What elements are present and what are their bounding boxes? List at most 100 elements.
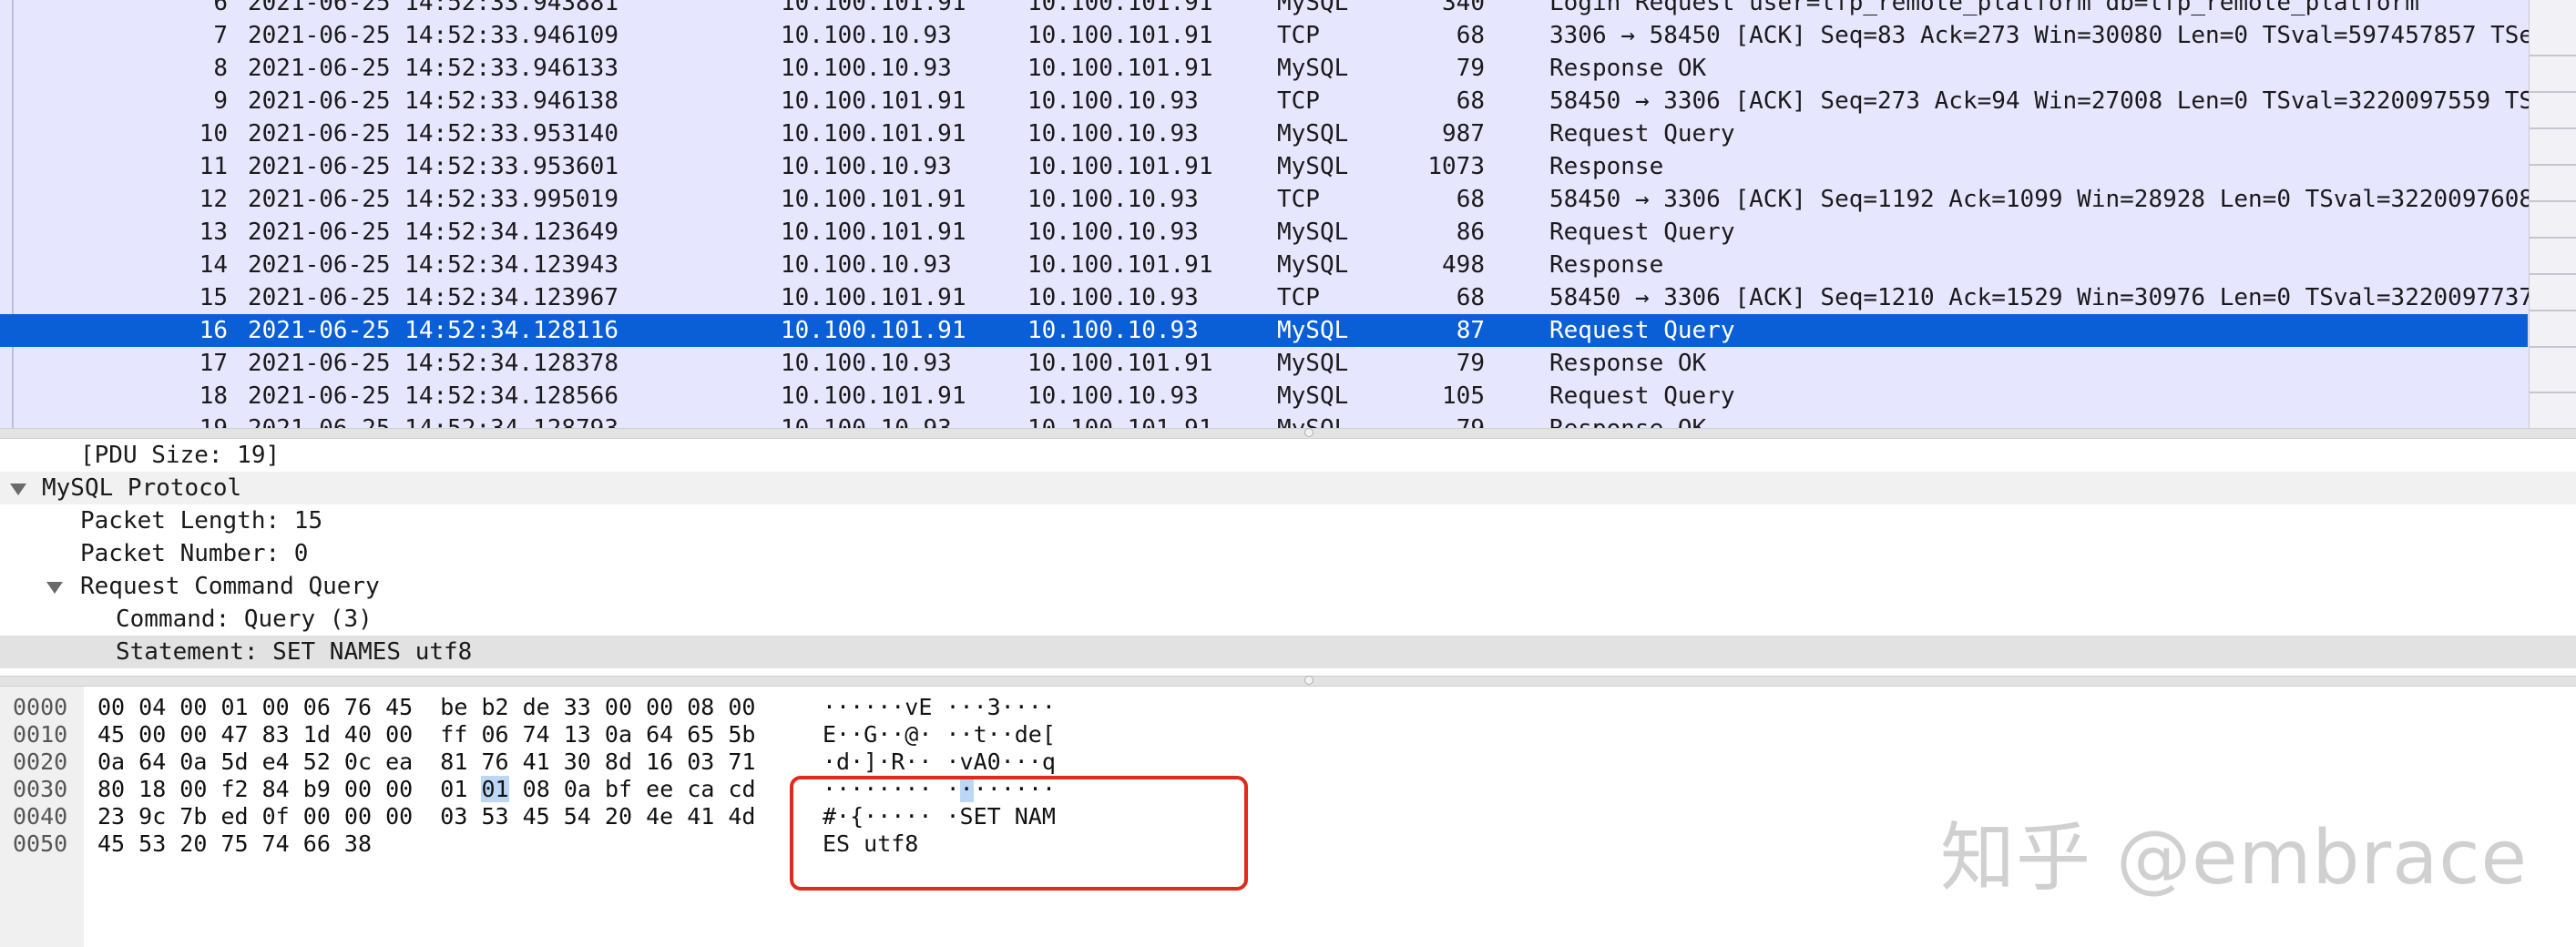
- packet-time-cell: 2021-06-25 14:52:33.946138: [248, 87, 618, 115]
- hex-group: 01 01 08 0a bf ee ca cd: [440, 776, 756, 802]
- packet-dst-cell: 10.100.10.93: [1027, 186, 1199, 213]
- byte-offset: 0000: [13, 694, 68, 720]
- hex-group: 23 9c 7b ed 0f 00 00 00: [97, 803, 414, 830]
- packet-row[interactable]: 9 2021-06-25 14:52:33.946138 10.100.101.91…: [0, 85, 2576, 117]
- hex-line[interactable]: 0a 64 0a 5d e4 52 0c ea 81 76 41 30 8d 1…: [97, 748, 755, 776]
- packet-time-cell: 2021-06-25 14:52:33.995019: [248, 186, 618, 213]
- packet-row[interactable]: 10 2021-06-25 14:52:33.953140 10.100.101.9…: [0, 117, 2528, 150]
- scrollbar-mark: [2530, 164, 2576, 166]
- packet-proto-cell: MySQL: [1277, 350, 1349, 377]
- packet-row[interactable]: 8 2021-06-25 14:52:33.946133 10.100.10.93 1…: [0, 52, 2528, 85]
- hex-line[interactable]: 45 00 00 47 83 1d 40 00 ff 06 74 13 0a 6…: [97, 721, 755, 748]
- detail-packet-number[interactable]: Packet Number: 0: [0, 537, 2576, 570]
- packet-dst-cell: 10.100.10.93: [1027, 219, 1199, 246]
- packet-proto-cell: MySQL: [1277, 317, 1349, 344]
- packet-row[interactable]: 18 2021-06-25 14:52:34.128566 10.100.101.9…: [0, 380, 2528, 412]
- detail-pdu-size[interactable]: [PDU Size: 19]: [0, 439, 2576, 472]
- packet-time-cell: 2021-06-25 14:52:33.953140: [248, 120, 618, 148]
- scrollbar-mark: [2530, 55, 2576, 56]
- detail-mysql-protocol[interactable]: MySQL Protocol: [0, 472, 2576, 504]
- packet-row[interactable]: 6 2021-06-25 14:52:33.943881 10.100.101.91…: [0, 0, 2528, 19]
- offset-column: 0000 0010 0020 0030 0040 0050: [0, 687, 84, 947]
- ascii-line[interactable]: ·d·]·R·· ·vA0···q: [823, 748, 1056, 776]
- list-details-splitter[interactable]: [0, 428, 2576, 439]
- packet-proto-cell: MySQL: [1277, 382, 1349, 410]
- hex-line[interactable]: 45 53 20 75 74 66 38: [97, 830, 399, 858]
- packet-info-cell: 58450 → 3306 [ACK] Seq=1210 Ack=1529 Win…: [1549, 284, 2534, 311]
- packet-no-cell: 18: [199, 382, 228, 410]
- packet-dst-cell: 10.100.101.91: [1027, 153, 1213, 180]
- packet-info-cell: 58450 → 3306 [ACK] Seq=1192 Ack=1099 Win…: [1549, 186, 2534, 213]
- packet-row[interactable]: 7 2021-06-25 14:52:33.946109 10.100.10.93 1…: [0, 19, 2561, 52]
- scrollbar-mark: [2530, 237, 2576, 239]
- hex-line[interactable]: 00 04 00 01 00 06 76 45 be b2 de 33 00 0…: [97, 694, 755, 721]
- packet-proto-cell: TCP: [1277, 284, 1320, 311]
- detail-statement[interactable]: Statement: SET NAMES utf8: [0, 636, 2576, 668]
- expand-triangle-icon[interactable]: [10, 484, 26, 495]
- packet-row[interactable]: 15 2021-06-25 14:52:34.123967 10.100.101.9…: [0, 281, 2533, 314]
- packet-row[interactable]: 13 2021-06-25 14:52:34.123649 10.100.101.9…: [0, 216, 2528, 249]
- packet-no-cell: 16: [199, 317, 228, 344]
- packet-row[interactable]: 17 2021-06-25 14:52:34.128378 10.100.10.93…: [0, 347, 2528, 380]
- packet-info-cell: Request Query: [1549, 317, 1735, 344]
- packet-no-cell: 11: [199, 153, 228, 180]
- splitter-grip-icon[interactable]: [1304, 428, 1314, 437]
- packet-info-cell: 3306 → 58450 [ACK] Seq=83 Ack=273 Win=30…: [1549, 22, 2562, 49]
- detail-packet-length-text: Packet Length: 15: [80, 507, 323, 535]
- packet-dst-cell: 10.100.101.91: [1027, 22, 1213, 49]
- packet-src-cell: 10.100.10.93: [781, 153, 952, 180]
- detail-command[interactable]: Command: Query (3): [0, 603, 2576, 636]
- packet-time-cell: 2021-06-25 14:52:33.946109: [248, 22, 618, 49]
- packet-proto-cell: MySQL: [1277, 153, 1349, 180]
- ascii-line[interactable]: ······vE ···3····: [823, 694, 1056, 721]
- scrollbar-mark: [2530, 273, 2576, 275]
- packet-src-cell: 10.100.10.93: [781, 350, 952, 377]
- packet-proto-cell: MySQL: [1277, 0, 1349, 16]
- packet-proto-cell: MySQL: [1277, 412, 1348, 428]
- packet-row[interactable]: 12 2021-06-25 14:52:33.995019 10.100.101.9…: [0, 183, 2533, 216]
- scrollbar-mark: [2530, 346, 2576, 348]
- packet-list[interactable]: 6 2021-06-25 14:52:33.943881 10.100.101.91…: [0, 0, 2576, 428]
- details-bytes-splitter[interactable]: [0, 676, 2576, 687]
- packet-no-cell: 14: [199, 251, 228, 279]
- expand-triangle-icon[interactable]: [46, 582, 63, 594]
- packet-time-cell: 2021-06-25 14:52:34.123943: [248, 251, 618, 279]
- hex-group: 45 00 00 47 83 1d 40 00: [97, 721, 414, 748]
- packet-time-cell: 2021-06-25 14:52:33.943881: [248, 0, 618, 16]
- packet-len-cell: 87: [1456, 317, 1485, 344]
- packet-details-pane[interactable]: [PDU Size: 19] MySQL Protocol Packet Len…: [0, 439, 2576, 676]
- packet-info-cell: Request Query: [1549, 120, 1735, 148]
- packet-list-scrollbar[interactable]: [2529, 0, 2576, 428]
- detail-mysql-protocol-text: MySQL Protocol: [42, 474, 242, 502]
- detail-packet-length[interactable]: Packet Length: 15: [0, 504, 2576, 537]
- packet-no-cell: 6: [213, 0, 228, 16]
- packet-len-cell: 68: [1456, 22, 1485, 49]
- packet-src-cell: 10.100.101.91: [781, 87, 966, 115]
- packet-src-cell: 10.100.101.91: [781, 186, 966, 213]
- packet-time-cell: 2021-06-25 14:52:34.123649: [248, 219, 618, 246]
- packet-proto-cell: TCP: [1277, 87, 1320, 115]
- hex-line[interactable]: 23 9c 7b ed 0f 00 00 00 03 53 45 54 20 4…: [97, 803, 755, 830]
- scrollbar-mark: [2530, 310, 2576, 311]
- packet-time-cell: 2021-06-25 14:52:33.946133: [248, 55, 618, 82]
- packet-src-cell: 10.100.101.91: [781, 219, 966, 246]
- byte-offset: 0010: [13, 721, 68, 748]
- packet-src-cell: 10.100.10.93: [781, 412, 952, 428]
- packet-row[interactable]: 14 2021-06-25 14:52:34.123943 10.100.10.93…: [0, 249, 2528, 281]
- hex-group: 0a 64 0a 5d e4 52 0c ea: [97, 748, 414, 775]
- splitter-grip-icon[interactable]: [1304, 676, 1314, 685]
- packet-proto-cell: MySQL: [1277, 219, 1349, 246]
- hex-line[interactable]: 80 18 00 f2 84 b9 00 00 01 01 08 0a bf e…: [97, 776, 756, 803]
- packet-row[interactable]: 19 2021-06-25 14:52:34.128793 10.100.10.93…: [0, 412, 2528, 428]
- packet-no-cell: 15: [199, 284, 228, 311]
- packet-dst-cell: 10.100.10.93: [1027, 284, 1199, 311]
- detail-request-command[interactable]: Request Command Query: [0, 570, 2576, 603]
- hex-group: 03 53 45 54 20 4e 41 4d: [440, 803, 756, 830]
- ascii-line[interactable]: E··G··@· ··t··de[: [823, 721, 1056, 748]
- packet-proto-cell: MySQL: [1277, 55, 1349, 82]
- byte-offset: 0040: [13, 803, 68, 830]
- packet-row[interactable]: 16 2021-06-25 14:52:34.128116 10.100.101.9…: [0, 314, 2528, 347]
- packet-row[interactable]: 11 2021-06-25 14:52:33.953601 10.100.10.93…: [0, 150, 2528, 183]
- packet-info-cell: Response: [1549, 251, 1664, 279]
- packet-time-cell: 2021-06-25 14:52:33.953601: [248, 153, 618, 180]
